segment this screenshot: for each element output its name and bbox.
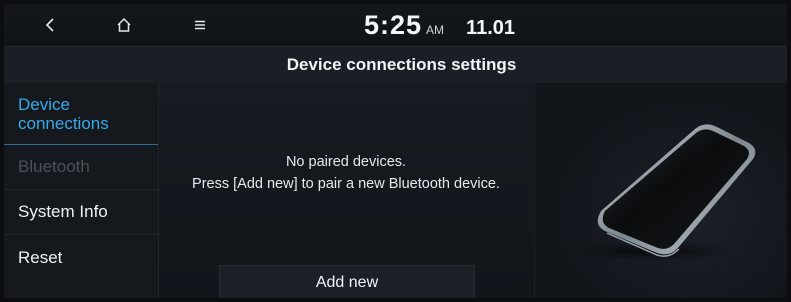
sidebar-item-label: System Info — [18, 202, 108, 221]
device-list-panel: No paired devices. Press [Add new] to pa… — [159, 83, 533, 298]
back-button[interactable] — [22, 4, 78, 46]
sidebar-item-system-info[interactable]: System Info — [4, 190, 158, 235]
hamburger-menu-icon — [195, 20, 205, 30]
settings-sidebar: Device connections Bluetooth System Info… — [4, 83, 159, 298]
page-title: Device connections settings — [286, 55, 517, 74]
clock-date: 11.01 — [466, 17, 515, 39]
chevron-left-icon — [45, 18, 54, 32]
empty-state-line-2: Press [Add new] to pair a new Bluetooth … — [192, 176, 500, 192]
page-title-bar: Device connections settings — [4, 46, 787, 84]
sidebar-item-label: Device connections — [18, 94, 109, 133]
sidebar-item-label: Reset — [18, 247, 63, 267]
empty-state-message: No paired devices. Press [Add new] to pa… — [159, 151, 533, 195]
clock-time: 5:25 — [364, 10, 423, 40]
sidebar-item-device-connections[interactable]: Device connections — [4, 83, 158, 145]
clock: 5:25 AM 11.01 — [364, 10, 515, 42]
add-new-button-label: Add new — [315, 274, 379, 291]
sidebar-item-label: Bluetooth — [18, 157, 90, 176]
status-bar: 5:25 AM 11.01 — [4, 4, 787, 46]
add-new-button[interactable]: Add new — [219, 265, 475, 298]
sidebar-item-reset[interactable]: Reset — [4, 235, 158, 280]
screen: 5:25 AM 11.01 Device connections setting… — [4, 4, 787, 298]
home-button[interactable] — [96, 4, 152, 46]
home-icon — [117, 17, 131, 32]
menu-button[interactable] — [172, 4, 228, 46]
illustration-panel — [534, 83, 787, 298]
sidebar-item-bluetooth[interactable]: Bluetooth — [4, 145, 158, 190]
empty-state-line-1: No paired devices. — [285, 154, 407, 170]
smartphone-illustration — [575, 124, 756, 261]
clock-ampm: AM — [426, 23, 445, 37]
